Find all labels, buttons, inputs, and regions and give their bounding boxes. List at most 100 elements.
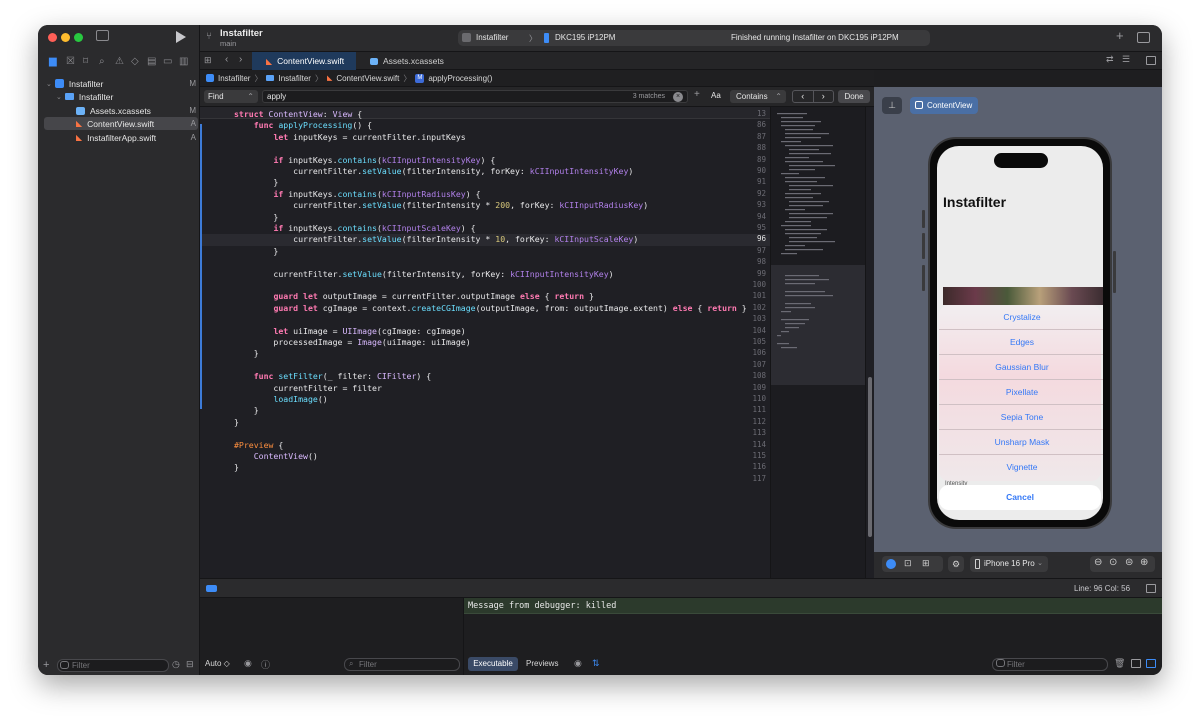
breadcrumb-item[interactable]: Instafilter (218, 74, 250, 83)
split-editor-icon[interactable] (1146, 56, 1156, 65)
add-icon[interactable]: + (1116, 28, 1124, 43)
pin-icon[interactable]: ⊥ (882, 97, 902, 114)
clear-search-icon[interactable]: × (673, 92, 683, 102)
code-editor[interactable]: 13 struct ContentView: View {86 func appl… (200, 107, 770, 578)
sheet-item-vignette[interactable]: Vignette (939, 455, 1103, 480)
line-number: 104 (752, 325, 766, 335)
disclosure-icon[interactable]: ⌄ (46, 80, 52, 88)
test-icon[interactable]: ◇ (131, 56, 139, 67)
close-window-button[interactable] (48, 33, 57, 42)
cancel-button[interactable]: Cancel (939, 485, 1101, 510)
tab-contentview[interactable]: ◣ ContentView.swift (252, 52, 356, 70)
tree-item-contentview[interactable]: ◣ ContentView.swift A (76, 117, 196, 130)
debug-area-toggle-icon[interactable] (206, 585, 217, 592)
eye-icon[interactable]: ◉ (244, 658, 252, 669)
console-filter-input[interactable]: Filter (992, 658, 1108, 671)
editor-options-icon[interactable]: ☰ (1122, 54, 1130, 65)
zoom-in-icon[interactable]: ⊕ (1140, 557, 1148, 568)
sheet-item-crystalize[interactable]: Crystalize (939, 305, 1103, 330)
inspector-toggle-icon[interactable] (1137, 32, 1150, 43)
zoom-actual-icon[interactable]: ⊜ (1125, 557, 1133, 568)
zoom-fit-icon[interactable]: ⊙ (1109, 557, 1117, 568)
variants-icon[interactable]: ⊞ (922, 558, 930, 569)
navigator-filter-input[interactable]: Filter (57, 659, 169, 672)
dynamic-island (994, 153, 1048, 168)
refresh-icon[interactable]: ⇄ (1106, 54, 1114, 65)
forward-icon[interactable]: › (239, 54, 242, 65)
tree-item-project[interactable]: ⌄ Instafilter M (46, 77, 196, 90)
zoom-window-button[interactable] (74, 33, 83, 42)
add-file-button[interactable]: + (43, 659, 49, 671)
device-selector[interactable]: DKC195 iP12PM (555, 33, 615, 42)
source-filter-icon[interactable]: ⊟ (186, 659, 194, 670)
find-mode-selector[interactable]: Find ⌃ (204, 90, 258, 103)
panel-toggle-icon[interactable] (1146, 584, 1156, 593)
chip-label: ContentView (927, 101, 973, 110)
console-options-icon[interactable]: ⇅ (592, 658, 600, 669)
bookmark-icon[interactable]: ⌑ (83, 56, 88, 67)
tab-executable[interactable]: Executable (468, 657, 518, 671)
previous-match-icon[interactable]: ‹ (793, 91, 814, 102)
sidebar-toggle-icon[interactable] (96, 30, 109, 41)
select-mode-icon[interactable]: ⊡ (904, 558, 912, 569)
filter-options-icon[interactable] (996, 659, 1005, 667)
next-match-icon[interactable]: › (814, 91, 834, 102)
debug-icon[interactable]: ▤ (147, 56, 156, 67)
tree-item-assets[interactable]: Assets.xcassets M (76, 104, 196, 117)
search-icon[interactable]: ⌕ (99, 56, 105, 67)
breadcrumb-item[interactable]: applyProcessing() (428, 74, 492, 83)
report-icon[interactable]: ▥ (179, 56, 188, 67)
breadcrumb-item[interactable]: Instafilter (278, 74, 310, 83)
breadcrumb-item[interactable]: ContentView.swift (336, 74, 399, 83)
sheet-item-pixellate[interactable]: Pixellate (939, 380, 1103, 405)
variables-scope-selector[interactable]: Auto ◇ (205, 659, 230, 668)
zoom-out-icon[interactable]: ⊖ (1094, 557, 1102, 568)
side-button (922, 210, 925, 228)
console[interactable]: Message from debugger: killed Executable… (464, 598, 1162, 675)
breadcrumb-separator: 〉 (254, 73, 263, 83)
minimize-window-button[interactable] (61, 33, 70, 42)
eye-icon[interactable]: ◉ (574, 658, 582, 669)
line-number: 96 (756, 234, 766, 244)
minimap[interactable] (770, 107, 865, 578)
find-input[interactable]: apply 3 matches × (262, 90, 688, 103)
scrollbar-thumb[interactable] (868, 377, 872, 537)
trash-icon[interactable]: 🗑 (1114, 658, 1125, 669)
filter-options-icon[interactable] (60, 661, 69, 669)
sheet-item-unsharp-mask[interactable]: Unsharp Mask (939, 430, 1103, 455)
case-sensitive-toggle[interactable]: Aa (711, 91, 721, 100)
split-left-icon[interactable] (1131, 659, 1141, 668)
tab-previews[interactable]: Previews (526, 657, 558, 671)
code-line: currentFilter.setValue(filterIntensity, … (234, 166, 634, 176)
device-menu[interactable]: iPhone 16 Pro ⌄ (970, 556, 1048, 572)
match-type-selector[interactable]: Contains ⌃ (730, 90, 786, 103)
sheet-item-gaussian-blur[interactable]: Gaussian Blur (939, 355, 1103, 380)
contentview-chip[interactable]: ContentView (910, 97, 978, 114)
tree-item-app[interactable]: ◣ InstafilterApp.swift A (76, 131, 196, 144)
scheme-selector[interactable]: Instafilter (476, 33, 508, 42)
tree-item-group[interactable]: ⌄ Instafilter (56, 90, 196, 103)
variables-filter-input[interactable]: Filter (344, 658, 460, 671)
recent-icon[interactable]: ◷ (172, 659, 180, 670)
sheet-item-sepia-tone[interactable]: Sepia Tone (939, 405, 1103, 430)
xcode-window: ▆ ☒ ⌑ ⌕ ⚠ ◇ ▤ ▭ ▥ ⌄ Instafilter M ⌄ Inst… (38, 25, 1162, 675)
add-pattern-icon[interactable]: + (694, 89, 700, 100)
folder-icon[interactable]: ▆ (49, 56, 57, 67)
device-settings-icon[interactable]: ⚙ (948, 556, 964, 572)
source-control-icon[interactable]: ☒ (66, 56, 75, 67)
tab-assets[interactable]: Assets.xcassets (356, 52, 458, 70)
grid-icon[interactable]: ⊞ (204, 55, 212, 66)
live-mode-icon[interactable] (886, 559, 896, 569)
disclosure-icon[interactable]: ⌄ (56, 93, 62, 101)
sheet-item-edges[interactable]: Edges (939, 330, 1103, 355)
line-number: 114 (752, 439, 766, 449)
run-button[interactable] (176, 31, 186, 43)
back-icon[interactable]: ‹ (225, 54, 228, 65)
done-button[interactable]: Done (838, 90, 870, 103)
issue-icon[interactable]: ⚠ (115, 56, 124, 67)
info-icon[interactable]: ⓘ (261, 658, 270, 671)
breakpoint-icon[interactable]: ▭ (163, 56, 172, 67)
split-right-icon[interactable] (1146, 659, 1156, 668)
editor-scrollbar[interactable] (865, 107, 874, 578)
status-badge: A (190, 133, 196, 142)
